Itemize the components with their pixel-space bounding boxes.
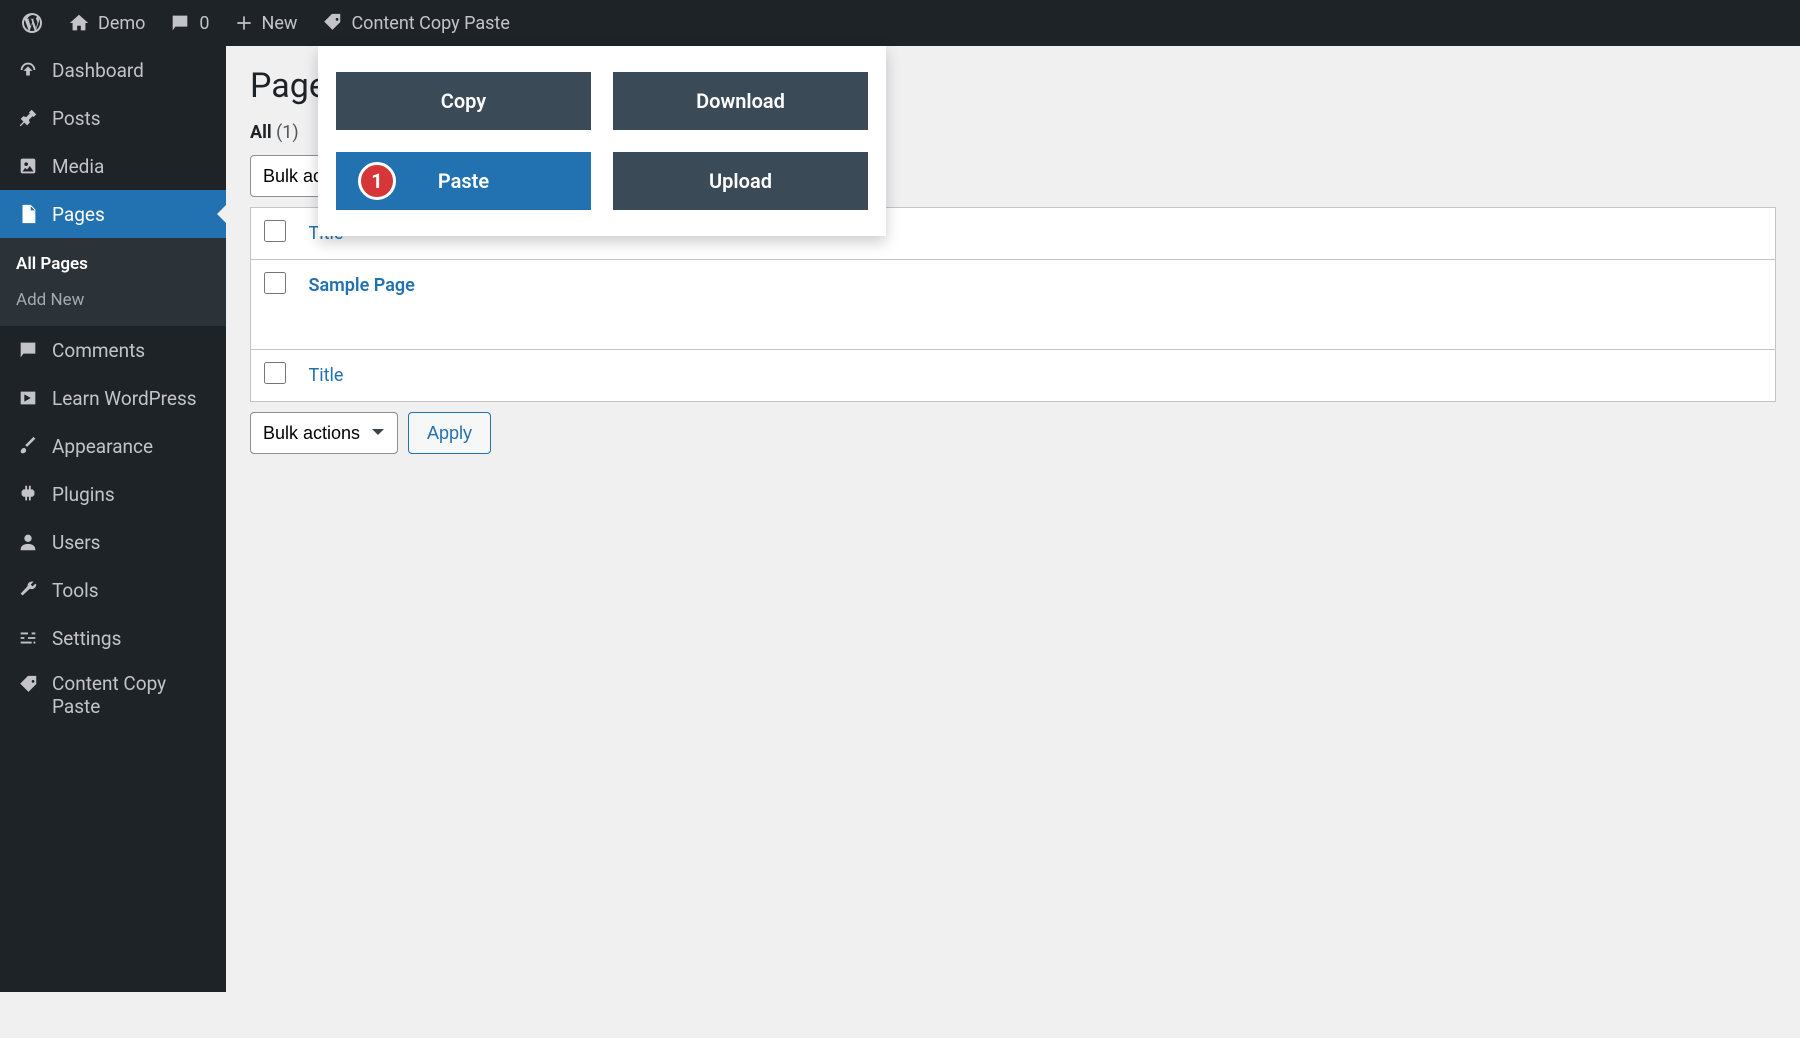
submenu-all-pages[interactable]: All Pages <box>0 246 226 282</box>
pin-icon <box>16 107 40 129</box>
ccp-copy-button[interactable]: Copy <box>336 72 591 130</box>
user-icon <box>16 531 40 553</box>
wordpress-icon <box>20 11 44 35</box>
wrench-icon <box>16 579 40 601</box>
annotation-badge: 1 <box>358 162 396 200</box>
sliders-icon <box>16 627 40 649</box>
sidebar-item-learn-wp[interactable]: Learn WordPress <box>0 374 226 422</box>
column-title-footer[interactable]: Title <box>299 350 1776 402</box>
sidebar-item-label: Media <box>52 155 104 178</box>
bulk-actions-select-bottom[interactable]: Bulk actions <box>250 412 398 454</box>
submenu-add-new[interactable]: Add New <box>0 282 226 318</box>
sidebar-item-label: Settings <box>52 627 121 650</box>
sidebar-item-label: Plugins <box>52 483 115 506</box>
sidebar-item-posts[interactable]: Posts <box>0 94 226 142</box>
sidebar-item-label: Pages <box>52 203 105 226</box>
sidebar-item-label: Comments <box>52 339 145 362</box>
sidebar-item-label: Users <box>52 531 100 554</box>
ccp-dropdown-panel: Copy Download 1 Paste Upload <box>318 46 886 236</box>
sidebar-item-appearance[interactable]: Appearance <box>0 422 226 470</box>
sidebar-item-label: Content Copy Paste <box>52 672 192 718</box>
row-title-link[interactable]: Sample Page <box>309 275 415 296</box>
apply-button-bottom[interactable]: Apply <box>408 412 491 454</box>
admin-sidebar: Dashboard Posts Media Pages All Pages Ad… <box>0 46 226 992</box>
new-label: New <box>262 13 298 34</box>
comments-link[interactable]: 0 <box>157 0 221 46</box>
site-link[interactable]: Demo <box>56 0 157 46</box>
sidebar-item-label: Tools <box>52 579 99 602</box>
new-link[interactable]: New <box>222 0 310 46</box>
sidebar-item-label: Learn WordPress <box>52 387 197 410</box>
comments-icon <box>16 339 40 361</box>
brush-icon <box>16 435 40 457</box>
ccp-label: Content Copy Paste <box>351 13 509 34</box>
select-all-top[interactable] <box>264 220 286 242</box>
sidebar-item-comments[interactable]: Comments <box>0 326 226 374</box>
tag-icon <box>16 674 40 696</box>
tag-icon <box>321 12 343 34</box>
select-all-bottom[interactable] <box>264 362 286 384</box>
sidebar-item-ccp[interactable]: Content Copy Paste <box>0 662 226 728</box>
ccp-download-button[interactable]: Download <box>613 72 868 130</box>
sidebar-item-label: Posts <box>52 107 101 130</box>
tablenav-bottom: Bulk actions Apply <box>250 412 1776 454</box>
sidebar-item-dashboard[interactable]: Dashboard <box>0 46 226 94</box>
home-icon <box>68 12 90 34</box>
sidebar-item-media[interactable]: Media <box>0 142 226 190</box>
ccp-upload-button[interactable]: Upload <box>613 152 868 210</box>
sidebar-item-pages[interactable]: Pages <box>0 190 226 238</box>
row-checkbox[interactable] <box>264 272 286 294</box>
sidebar-item-plugins[interactable]: Plugins <box>0 470 226 518</box>
dashboard-icon <box>16 59 40 81</box>
sidebar-item-settings[interactable]: Settings <box>0 614 226 662</box>
site-name: Demo <box>98 13 145 34</box>
pages-submenu: All Pages Add New <box>0 238 226 326</box>
sidebar-item-users[interactable]: Users <box>0 518 226 566</box>
plug-icon <box>16 483 40 505</box>
sidebar-item-tools[interactable]: Tools <box>0 566 226 614</box>
media-icon <box>16 155 40 177</box>
comments-count: 0 <box>199 13 209 34</box>
ccp-link[interactable]: Content Copy Paste <box>309 0 521 46</box>
wp-logo[interactable] <box>8 0 56 46</box>
sidebar-item-label: Dashboard <box>52 59 144 82</box>
filter-all[interactable]: All <box>250 122 272 143</box>
sidebar-item-label: Appearance <box>52 435 153 458</box>
pages-icon <box>16 203 40 225</box>
table-row: Sample Page <box>251 260 1776 350</box>
video-icon <box>16 387 40 409</box>
filter-all-count: (1) <box>276 122 299 143</box>
ccp-paste-button[interactable]: 1 Paste <box>336 152 591 210</box>
admin-bar: Demo 0 New Content Copy Paste <box>0 0 1800 46</box>
comments-icon <box>169 12 191 34</box>
pages-table: Title Sample Page Title <box>250 207 1776 402</box>
plus-icon <box>234 13 254 33</box>
